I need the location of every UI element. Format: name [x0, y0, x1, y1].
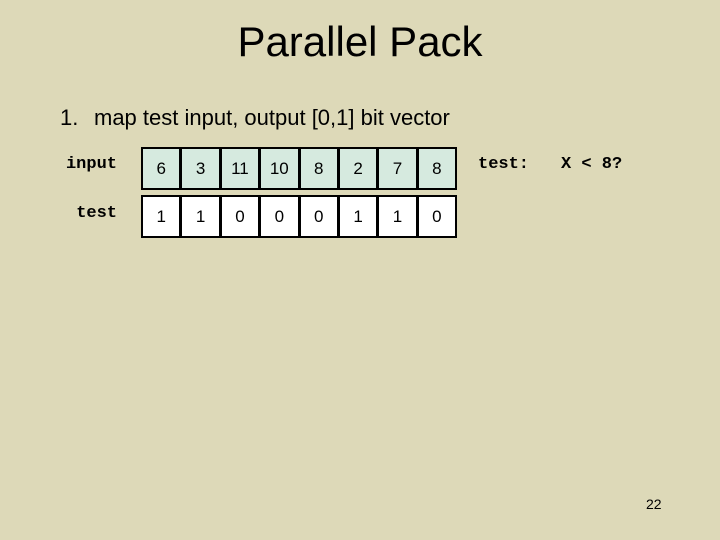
input-cell: 8: [300, 149, 340, 188]
test-cell: 0: [300, 197, 340, 236]
input-array: 6 3 11 10 8 2 7 8: [141, 147, 457, 190]
input-cell: 3: [182, 149, 222, 188]
input-row-label: input: [65, 155, 117, 174]
page-number: 22: [646, 496, 662, 512]
test-cell: 0: [221, 197, 262, 236]
input-cell: 7: [379, 149, 419, 188]
test-cell: 1: [143, 197, 183, 236]
test-cell: 1: [339, 197, 380, 236]
test-array: 1 1 0 0 0 1 1 0: [141, 195, 457, 238]
test-expression: X < 8?: [561, 155, 623, 174]
bullet-text: map test input, output [0,1] bit vector: [94, 105, 450, 130]
bullet-item: 1. map test input, output [0,1] bit vecto…: [60, 104, 450, 132]
test-cell: 0: [418, 197, 455, 236]
test-cell: 1: [182, 197, 222, 236]
input-cell: 8: [418, 149, 455, 188]
test-cell: 0: [261, 197, 301, 236]
input-cell: 11: [221, 149, 262, 188]
input-cell: 10: [261, 149, 301, 188]
test-row-label: test: [76, 204, 117, 223]
slide-title: Parallel Pack: [237, 18, 483, 65]
test-cell: 1: [379, 197, 419, 236]
test-label: test:: [478, 155, 530, 174]
bullet-number: 1.: [60, 105, 79, 130]
input-cell: 2: [339, 149, 380, 188]
input-cell: 6: [143, 149, 183, 188]
